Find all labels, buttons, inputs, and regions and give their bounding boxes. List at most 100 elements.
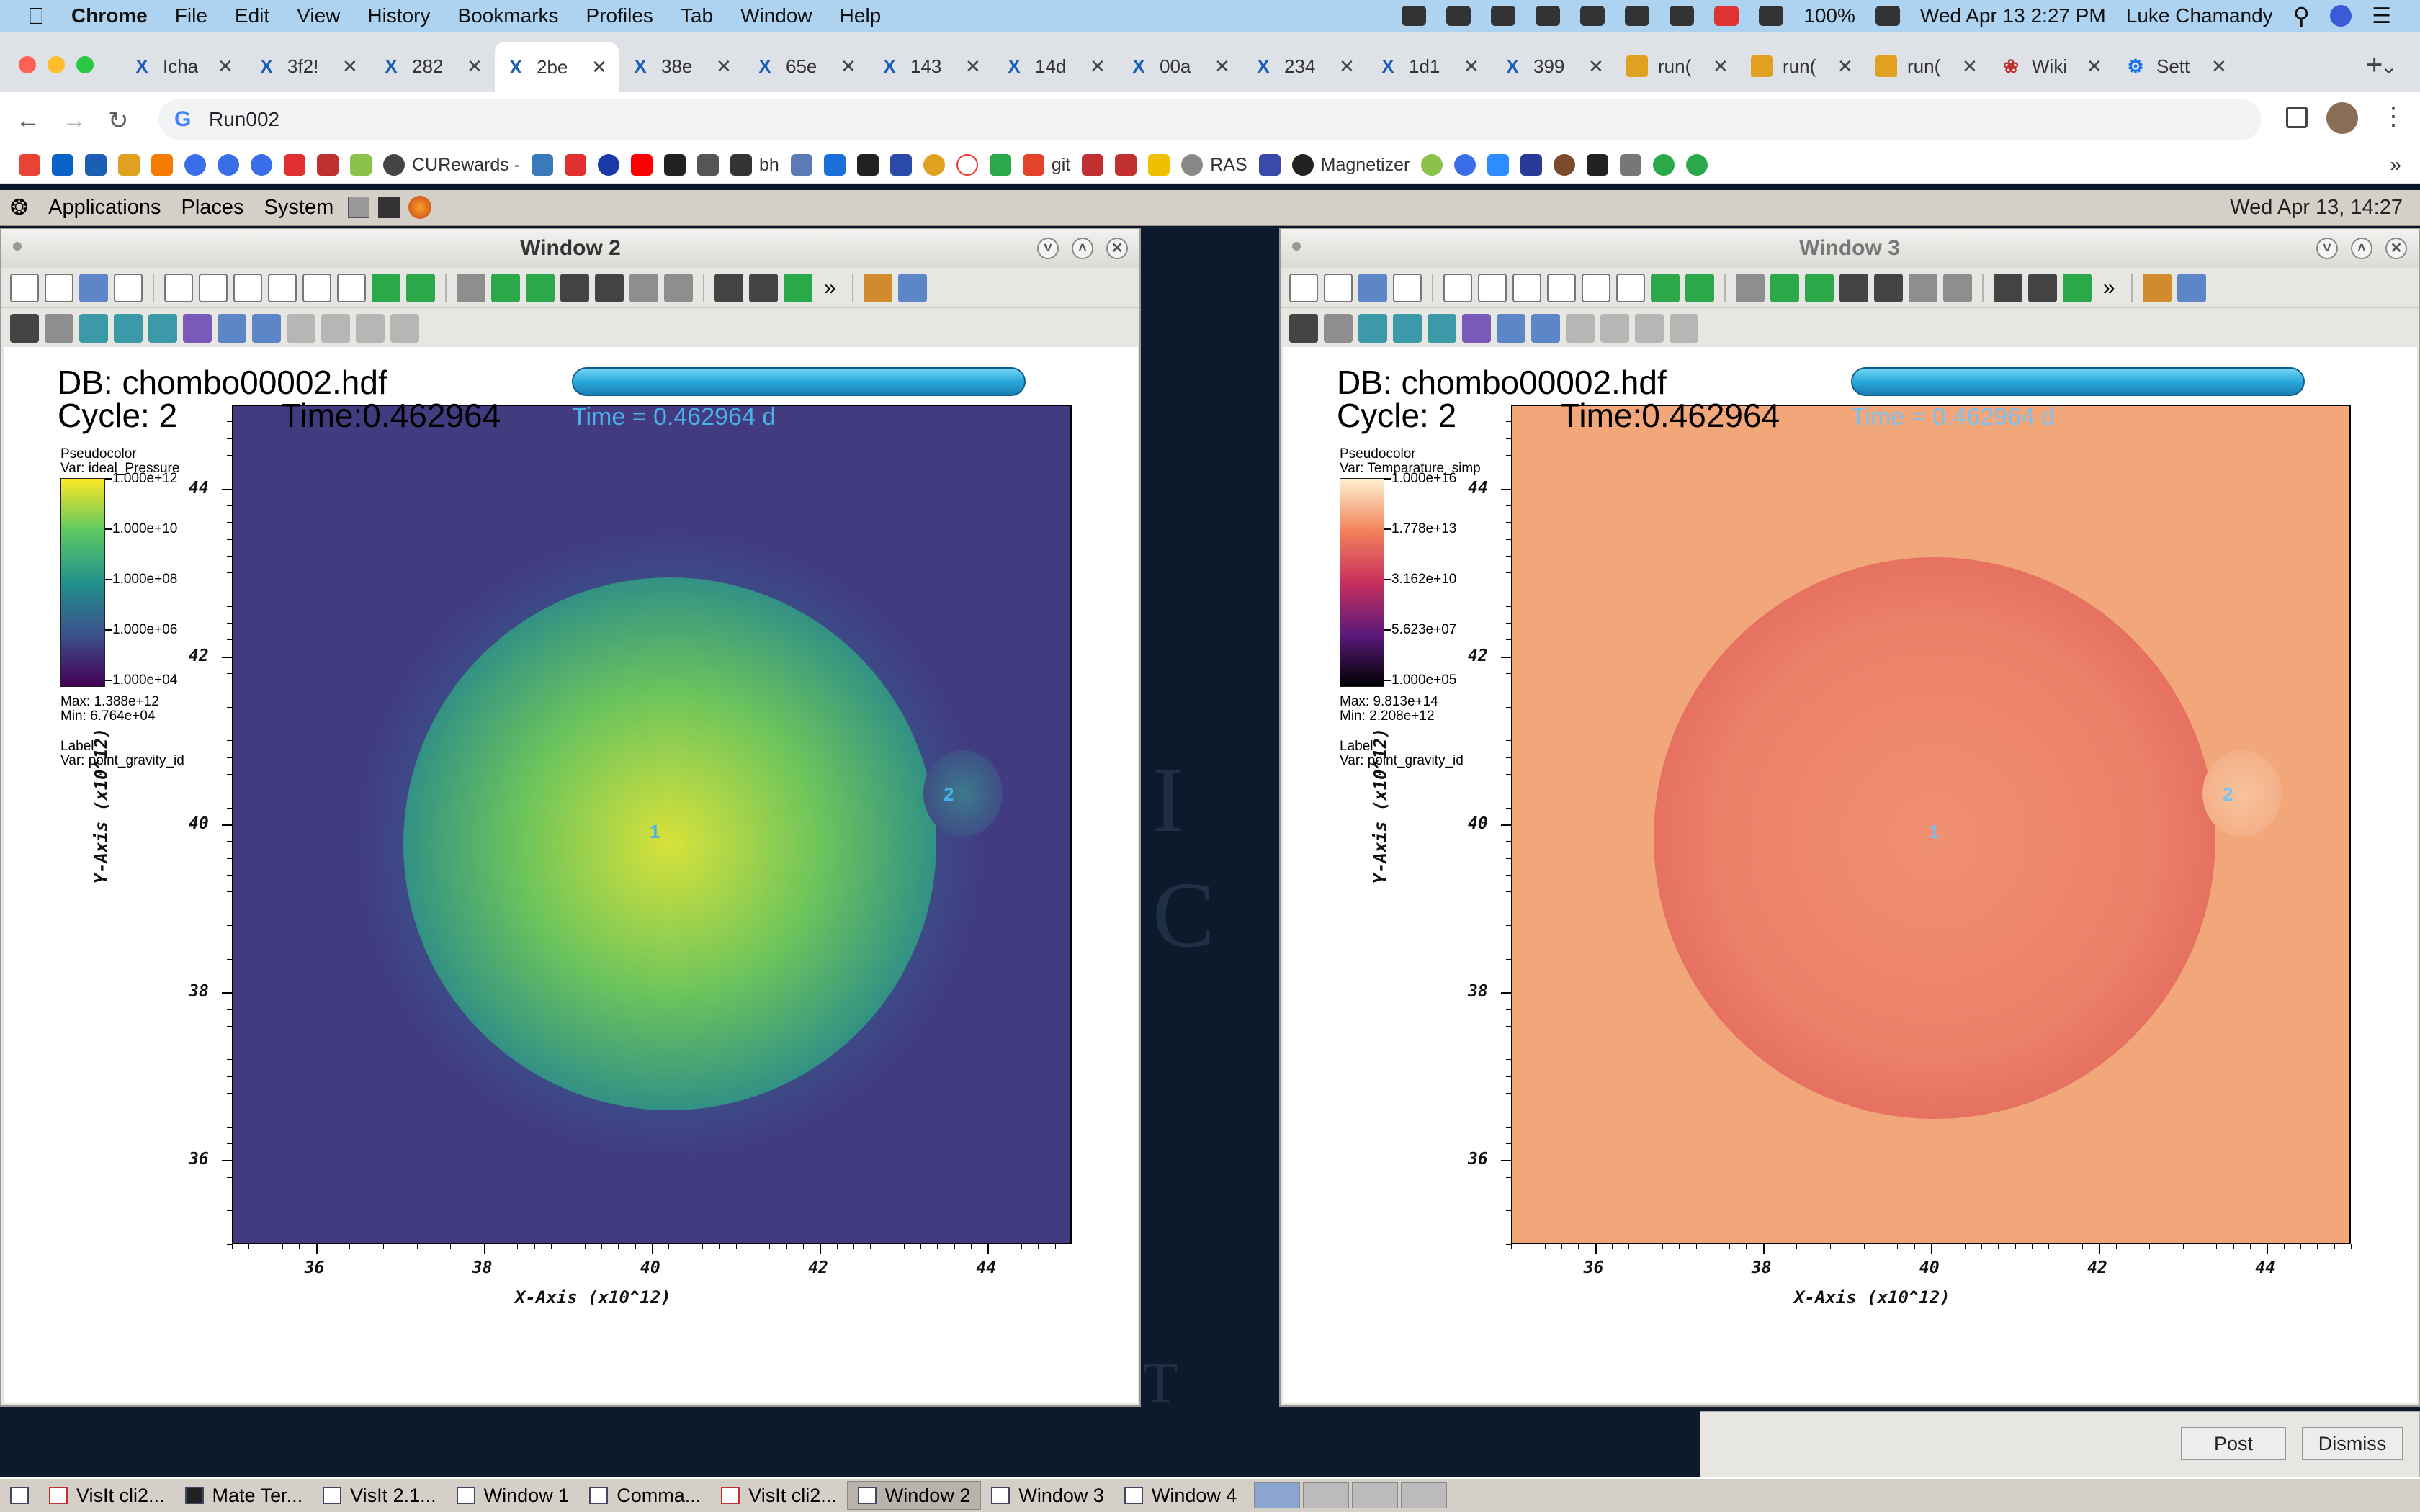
layout-6-icon[interactable] [1547,273,1576,302]
bookmark-icon[interactable] [1421,154,1443,176]
lock-icon[interactable] [2142,273,2172,302]
arxiv-icon[interactable] [85,154,107,176]
minimize-icon[interactable]: ˅ [1037,238,1059,259]
cube-tool-icon[interactable] [1600,313,1629,343]
plot-hide-icon[interactable] [1805,273,1834,302]
tab-search-icon[interactable]: ⌄ [2380,55,2397,78]
gnome-foot-icon[interactable]: ❂ [0,195,38,220]
more-icon[interactable]: » [824,276,836,300]
plot-save-icon[interactable] [560,273,589,302]
window-menu-icon[interactable] [13,242,22,251]
delete-window-icon[interactable] [114,273,143,302]
taskbar-item-5[interactable]: Comma... [579,1481,711,1510]
skype-icon[interactable] [1446,6,1471,26]
stop-icon[interactable] [2063,273,2092,302]
bookmark-bh[interactable]: bh [730,154,779,176]
menu-profiles[interactable]: Profiles [573,4,667,27]
plot-delete-icon[interactable] [595,273,624,302]
clear-window-icon[interactable] [79,273,108,302]
plot-set-icon[interactable] [664,273,693,302]
tab-12[interactable]: X 399 ✕ [1492,43,1615,89]
line-tool-icon[interactable] [1531,313,1560,343]
time-machine-icon[interactable] [1580,6,1605,26]
new-window-icon[interactable] [1289,273,1318,302]
lock-icon[interactable] [863,273,892,302]
tab-17[interactable]: ⚙ Sett ✕ [2115,43,2238,89]
pseudocolor-plot[interactable]: 12 [1511,405,2351,1244]
sphere-tool-icon[interactable] [1635,313,1664,343]
bookmark-curewards[interactable]: CURewards - [383,154,520,176]
close-icon[interactable]: ✕ [2385,238,2407,259]
inspect-icon[interactable] [2177,273,2206,302]
bookmark-icon[interactable] [1148,154,1170,176]
time-slider[interactable] [572,367,1026,396]
plot-add-icon[interactable] [629,273,658,302]
rewind-icon[interactable] [1994,273,2022,302]
menu-help[interactable]: Help [826,4,895,27]
tab-3[interactable]: X 282 ✕ [370,43,494,89]
layout-1-icon[interactable] [164,273,193,302]
layout-9-icon[interactable] [337,273,366,302]
tab-10[interactable]: X 234 ✕ [1242,43,1366,89]
menu-bookmarks[interactable]: Bookmarks [444,4,572,27]
zone-pick-icon[interactable] [1358,313,1387,343]
close-tab-icon[interactable]: ✕ [591,56,607,78]
menu-edit[interactable]: Edit [221,4,283,27]
spotlight-search-icon[interactable]: ⚲ [2293,2,2310,30]
bookmark-icon[interactable] [1520,154,1543,176]
tsn-icon[interactable] [284,154,305,176]
more-bookmarks-icon[interactable]: » [2390,153,2401,176]
user-name[interactable]: Luke Chamandy [2126,4,2273,27]
ads-icon[interactable] [1454,154,1476,176]
layout-2-icon[interactable] [1478,273,1507,302]
close-tab-icon[interactable]: ✕ [841,55,856,78]
volume-icon[interactable] [1759,6,1784,26]
applications-menu[interactable]: Applications [38,196,171,220]
menu-window[interactable]: Window [727,4,826,27]
avatar[interactable] [2326,102,2358,134]
dropbox-icon[interactable] [1402,6,1427,26]
bookmark-ras[interactable]: RAS [1181,154,1247,176]
menu-view[interactable]: View [283,4,354,27]
sliders-tool-icon[interactable] [1670,313,1698,343]
zone-pick-icon[interactable] [79,313,108,343]
zoom-icon[interactable] [1324,313,1353,343]
close-icon[interactable]: ✕ [1106,238,1128,259]
back-icon[interactable]: ← [16,107,40,135]
navigate-icon[interactable] [10,313,39,343]
tab-4[interactable]: X 2be ✕ [495,42,619,92]
tab-7[interactable]: X 143 ✕ [869,43,992,89]
window-title-bar[interactable]: Window 2 ˅ ˄ ✕ [1,229,1139,268]
workspace-1[interactable] [1254,1482,1301,1508]
layout-2-icon[interactable] [199,273,228,302]
bookmark-icon[interactable] [856,154,879,176]
close-tab-icon[interactable]: ✕ [716,55,732,78]
close-tab-icon[interactable]: ✕ [1464,55,1479,78]
plot-hide-icon[interactable] [526,273,555,302]
tsn-icon[interactable] [565,154,587,176]
layout-9-icon[interactable] [1616,273,1645,302]
tab-14[interactable]: run(✕ [1741,43,1865,89]
tab-6[interactable]: X 65e ✕ [744,43,868,89]
close-tab-icon[interactable]: ✕ [1713,55,1729,78]
navigate-icon[interactable] [1289,313,1318,343]
maximize-icon[interactable]: ˄ [2351,238,2372,259]
workspace-2[interactable] [1303,1482,1350,1508]
close-tab-icon[interactable]: ✕ [965,55,981,78]
menubar-clock[interactable]: Wed Apr 13 2:27 PM [1920,4,2106,27]
wifi-icon[interactable] [1670,6,1695,26]
rewind-icon[interactable] [714,273,743,302]
tab-11[interactable]: X 1d1 ✕ [1367,43,1491,89]
spreadsheet-pick-icon[interactable] [1428,313,1456,343]
taskbar-item-8[interactable]: Window 3 [981,1481,1114,1510]
ads-icon[interactable] [218,154,239,176]
taskbar-item-6[interactable]: VisIt cli2... [711,1481,847,1510]
copy-window-icon[interactable] [1324,273,1353,302]
layout-8-icon[interactable] [302,273,331,302]
box-tool-icon[interactable] [1566,313,1595,343]
close-tab-icon[interactable]: ✕ [1588,55,1604,78]
system-menu[interactable]: System [254,196,344,220]
cloud-icon[interactable] [1491,6,1516,26]
post-button[interactable]: Post [2181,1427,2286,1460]
bookmark-icon[interactable] [118,154,140,176]
